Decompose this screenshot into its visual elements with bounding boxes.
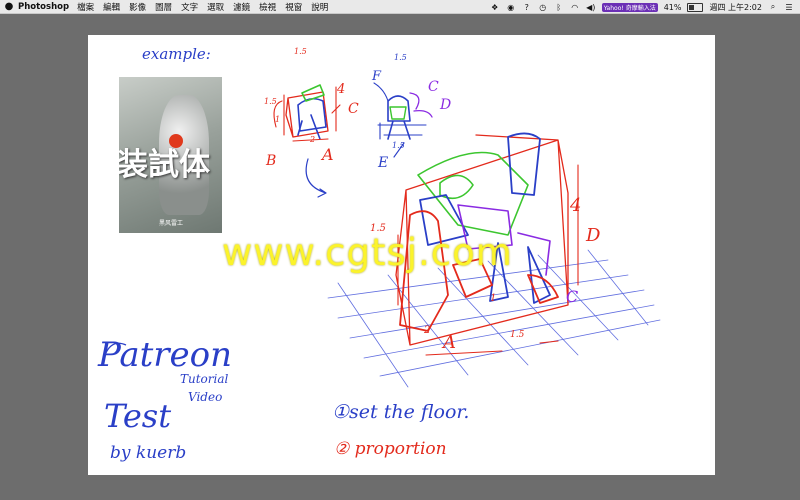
label-sm-1-left: 1: [275, 115, 281, 124]
label-sm2-F: F: [372, 69, 382, 84]
menu-view[interactable]: 檢視: [259, 1, 276, 13]
menu-layer[interactable]: 圖層: [155, 1, 172, 13]
history-icon[interactable]: ◷: [538, 3, 548, 12]
menu-window[interactable]: 視窗: [285, 1, 302, 13]
battery-percent: 41%: [663, 2, 682, 12]
connect-arrow: [305, 158, 327, 198]
menu-select[interactable]: 選取: [207, 1, 224, 13]
patreon-title: Patreon: [98, 335, 233, 375]
label-big-4: 4: [570, 195, 582, 216]
label-sm2-C: C: [428, 79, 439, 95]
label-sm-15-top: 1.5: [294, 47, 307, 56]
menu-file[interactable]: 檔案: [77, 1, 94, 13]
small2-green: [389, 106, 407, 120]
menu-bar: ● Photoshop 檔案 編輯 影像 圖層 文字 選取 濾鏡 檢視 視窗 說…: [0, 0, 800, 14]
small-figure-blue: [297, 97, 327, 132]
label-sm-2: 2: [310, 135, 316, 144]
wifi-icon[interactable]: ◠: [570, 3, 580, 12]
status-menu-extras: ❖ ◉ ? ◷ ᛒ ◠ ◀) Yahoo! 奇摩輸入法 41% 週四 上午2:0…: [490, 0, 794, 14]
menu-image[interactable]: 影像: [129, 1, 146, 13]
dropbox-icon[interactable]: ❖: [490, 3, 500, 12]
help-icon[interactable]: ?: [522, 3, 532, 12]
app-menu[interactable]: Photoshop: [18, 2, 69, 12]
label-sm-C: C: [348, 101, 359, 117]
label-sm2-15-bottom: 1.5: [392, 141, 405, 150]
small2-floor: [377, 122, 427, 140]
bluetooth-icon[interactable]: ᛒ: [554, 3, 564, 12]
input-method-menu[interactable]: Yahoo! 奇摩輸入法: [601, 2, 658, 12]
label-big-A: A: [443, 332, 456, 353]
label-sm-A: A: [322, 145, 334, 164]
step1-text: ①set the floor.: [332, 401, 470, 423]
label-sm-B: B: [266, 153, 277, 169]
label-big-1-mid: 1: [490, 293, 497, 304]
menu-edit[interactable]: 編輯: [103, 1, 120, 13]
label-sm2-15-top: 1.5: [394, 53, 407, 62]
test-title: Test: [104, 397, 172, 435]
label-sm2-E: E: [378, 155, 389, 171]
tutorial-label: Tutorial: [180, 372, 229, 386]
label-big-C: C: [566, 287, 579, 306]
label-big-D: D: [586, 225, 601, 246]
spotlight-icon[interactable]: ⌕: [768, 2, 778, 12]
label-big-15-bottom: 1.5: [510, 330, 525, 340]
list-icon[interactable]: ☰: [784, 3, 794, 12]
document-canvas[interactable]: 装試体 黑风雷工 example: 1.5 1.5 1 4 2 C A B 1.…: [88, 35, 715, 475]
clock[interactable]: 週四 上午2:02: [709, 2, 762, 13]
label-sm2-D: D: [440, 97, 452, 113]
big-figure-blue: [419, 132, 551, 304]
apple-icon[interactable]: ●: [0, 1, 18, 12]
step2-text: ② proportion: [334, 439, 447, 459]
record-icon[interactable]: ◉: [506, 3, 516, 12]
video-label: Video: [188, 390, 223, 404]
byline: by kuerb: [110, 443, 187, 463]
watermark-text: www.cgtsj.com: [222, 231, 513, 274]
volume-icon[interactable]: ◀): [586, 3, 596, 12]
menu-help[interactable]: 說明: [311, 1, 328, 13]
label-big-2: 2: [424, 325, 431, 336]
menu-filter[interactable]: 濾鏡: [233, 1, 250, 13]
battery-icon[interactable]: [687, 2, 704, 12]
label-sm-4: 4: [337, 82, 346, 97]
big-figure-green: [417, 151, 529, 236]
label-sm-15-side: 1.5: [264, 97, 277, 106]
small2-purple: [409, 92, 433, 118]
example-label: example:: [142, 45, 211, 63]
menu-type[interactable]: 文字: [181, 1, 198, 13]
